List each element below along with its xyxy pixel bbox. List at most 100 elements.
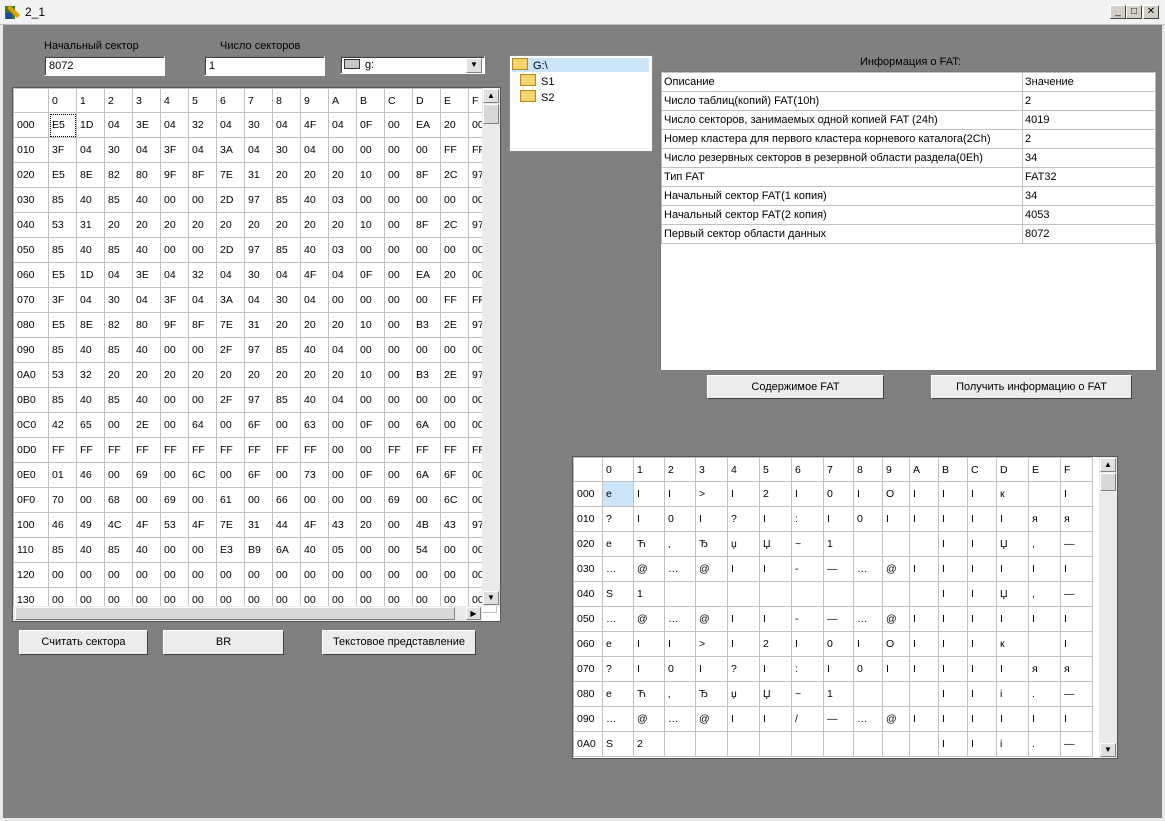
hex-cell[interactable]: 68 <box>104 487 133 513</box>
text-cell[interactable] <box>1028 631 1061 657</box>
text-cell[interactable]: 1 <box>633 581 665 607</box>
hex-cell[interactable]: 00 <box>356 187 385 213</box>
scroll-right-icon[interactable]: ▶ <box>466 607 481 620</box>
hex-cell[interactable]: 20 <box>244 362 273 388</box>
hex-cell[interactable]: 00 <box>244 487 273 513</box>
text-grid[interactable]: 0 1 2 3 4 5 6 7 8 9 A B C D E F 000 е І І > І 2 І 0 І О І І Ік І 010? І 0… <box>572 456 1118 759</box>
text-cell[interactable]: @ <box>882 556 910 582</box>
text-cell[interactable]: І <box>909 631 939 657</box>
text-cell[interactable] <box>695 581 728 607</box>
hex-cell[interactable]: 6F <box>244 462 273 488</box>
hex-cell[interactable]: 8F <box>188 162 217 188</box>
hex-cell[interactable]: 8F <box>412 212 441 238</box>
table-row[interactable]: Начальный сектор FAT(1 копия) 34 <box>661 186 1156 206</box>
text-cell[interactable]: > <box>695 481 728 507</box>
hex-cell[interactable]: 66 <box>272 487 301 513</box>
text-cell[interactable]: І <box>967 706 997 732</box>
hex-cell[interactable]: FF <box>440 437 469 463</box>
text-cell[interactable]: І <box>1060 606 1093 632</box>
hex-cell[interactable]: 00 <box>440 337 469 363</box>
hex-cell[interactable]: 6A <box>412 412 441 438</box>
hex-cell[interactable]: 00 <box>384 312 413 338</box>
hex-cell[interactable]: 00 <box>48 562 77 588</box>
text-cell[interactable]: 0 <box>853 656 883 682</box>
hex-cell[interactable]: 00 <box>160 562 189 588</box>
hex-cell[interactable]: 00 <box>76 487 105 513</box>
hex-cell[interactable]: 85 <box>104 337 133 363</box>
hex-cell[interactable]: 40 <box>300 337 329 363</box>
text-cell[interactable]: І <box>791 481 824 507</box>
hex-cell[interactable]: 6F <box>440 462 469 488</box>
text-cell[interactable]: е <box>602 481 634 507</box>
text-cell[interactable]: / <box>791 706 824 732</box>
text-cell[interactable]: … <box>602 706 634 732</box>
text-cell[interactable]: і <box>996 731 1029 757</box>
text-cell[interactable]: І <box>882 506 910 532</box>
hex-cell[interactable]: 00 <box>188 562 217 588</box>
hex-cell[interactable]: 10 <box>356 212 385 238</box>
text-cell[interactable]: О <box>882 481 910 507</box>
hex-cell[interactable]: EA <box>412 112 441 138</box>
text-cell[interactable]: ? <box>727 506 760 532</box>
hex-cell[interactable]: 00 <box>412 387 441 413</box>
table-row[interactable]: Тип FAT FAT32 <box>661 167 1156 187</box>
hex-cell[interactable]: FF <box>132 437 161 463</box>
hex-cell[interactable]: 00 <box>160 187 189 213</box>
text-cell[interactable]: І <box>996 506 1029 532</box>
hex-cell[interactable]: 00 <box>384 412 413 438</box>
hex-cell[interactable]: 65 <box>76 412 105 438</box>
text-cell[interactable]: І <box>938 656 968 682</box>
table-row[interactable]: Число резервных секторов в резервной обл… <box>661 148 1156 168</box>
hex-cell[interactable]: 20 <box>300 212 329 238</box>
hex-cell[interactable]: 00 <box>440 187 469 213</box>
text-cell[interactable]: к <box>996 481 1029 507</box>
hex-cell[interactable]: 00 <box>412 487 441 513</box>
folder-tree[interactable]: G:\ S1 S2 <box>509 55 653 152</box>
hex-cell[interactable]: 6A <box>412 462 441 488</box>
text-cell[interactable]: І <box>759 606 792 632</box>
hex-cell[interactable]: 00 <box>384 287 413 313</box>
hex-cell[interactable]: 04 <box>328 387 357 413</box>
text-cell[interactable]: … <box>602 606 634 632</box>
hex-cell[interactable]: 8F <box>188 312 217 338</box>
text-vertical-scrollbar[interactable]: ▲ ▼ <box>1099 457 1117 758</box>
tree-item-s1[interactable]: S1 <box>520 74 554 88</box>
hex-cell[interactable]: 20 <box>104 212 133 238</box>
hex-cell[interactable]: 80 <box>132 162 161 188</box>
hex-cell[interactable]: 42 <box>48 412 77 438</box>
hex-cell[interactable]: 44 <box>272 512 301 538</box>
hex-cell[interactable]: 0F <box>356 262 385 288</box>
hex-cell[interactable]: 85 <box>272 187 301 213</box>
scroll-down-icon[interactable]: ▼ <box>483 591 499 605</box>
hex-cell[interactable]: 8E <box>76 312 105 338</box>
text-cell[interactable]: я <box>1028 506 1061 532</box>
hex-cell[interactable]: FF <box>384 437 413 463</box>
text-cell[interactable]: : <box>791 656 824 682</box>
hex-cell[interactable]: 00 <box>412 187 441 213</box>
text-cell[interactable]: І <box>967 631 997 657</box>
text-cell[interactable]: … <box>853 706 883 732</box>
hex-cell[interactable]: 20 <box>244 212 273 238</box>
hex-cell[interactable]: 04 <box>160 262 189 288</box>
hex-cell[interactable]: 40 <box>300 537 329 563</box>
hex-cell[interactable]: 40 <box>300 187 329 213</box>
hex-cell[interactable]: 04 <box>328 337 357 363</box>
hex-cell[interactable]: 20 <box>272 312 301 338</box>
tree-root[interactable]: G:\ <box>512 58 649 72</box>
hex-vertical-scrollbar[interactable]: ▲ ▼ <box>482 88 500 606</box>
text-cell[interactable]: І <box>909 656 939 682</box>
text-cell[interactable]: І <box>727 606 760 632</box>
hex-cell[interactable]: 2C <box>440 162 469 188</box>
hex-cell[interactable]: FF <box>188 437 217 463</box>
text-cell[interactable]: ? <box>602 506 634 532</box>
hex-cell[interactable]: 00 <box>384 537 413 563</box>
hex-cell[interactable]: 20 <box>104 362 133 388</box>
hex-cell[interactable]: 00 <box>328 412 357 438</box>
get-fat-info-button[interactable]: Получить информацию о FAT <box>931 375 1132 399</box>
text-cell[interactable]: : <box>791 506 824 532</box>
text-cell[interactable] <box>823 581 854 607</box>
hex-cell[interactable]: 2E <box>440 312 469 338</box>
hex-cell[interactable]: 31 <box>244 312 273 338</box>
text-cell[interactable]: ? <box>727 656 760 682</box>
hex-cell[interactable]: 00 <box>76 562 105 588</box>
